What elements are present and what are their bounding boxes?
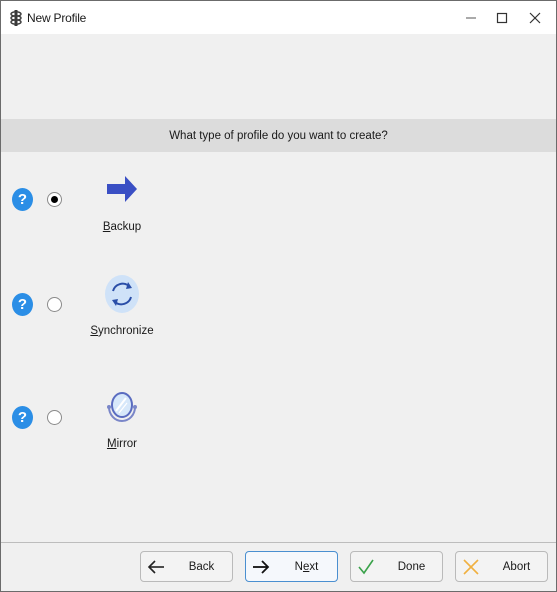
minimize-icon: [466, 17, 476, 18]
maximize-icon: [496, 12, 508, 23]
option-synchronize: ? Synchronize: [1, 271, 201, 351]
done-button[interactable]: Done: [350, 551, 443, 582]
label-backup[interactable]: Backup: [82, 221, 162, 233]
next-button[interactable]: Next: [245, 551, 338, 582]
header-area: [1, 34, 556, 119]
radio-backup[interactable]: [47, 192, 62, 207]
next-label: Next: [294, 560, 319, 573]
title-bar: New Profile: [1, 1, 556, 34]
close-icon: [529, 12, 541, 23]
help-icon: ?: [17, 296, 28, 313]
help-icon: ?: [17, 409, 28, 426]
abort-button[interactable]: Abort: [455, 551, 548, 582]
checkmark-icon: [358, 559, 374, 575]
abort-label: Abort: [502, 560, 531, 573]
new-profile-dialog: New Profile What type of profile do you …: [0, 0, 557, 592]
help-button-synchronize[interactable]: ?: [12, 293, 33, 316]
close-button[interactable]: [517, 1, 553, 34]
radio-mirror[interactable]: [47, 410, 62, 425]
label-synchronize[interactable]: Synchronize: [82, 325, 162, 337]
maximize-button[interactable]: [484, 1, 520, 34]
arrow-left-icon: [147, 560, 164, 574]
x-icon: [463, 559, 479, 575]
window-title: New Profile: [27, 11, 87, 25]
prompt-bar: What type of profile do you want to crea…: [1, 119, 556, 152]
mirror-icon[interactable]: [105, 389, 139, 425]
label-mirror[interactable]: Mirror: [82, 438, 162, 450]
done-label: Done: [397, 560, 426, 573]
help-button-mirror[interactable]: ?: [12, 406, 33, 429]
help-button-backup[interactable]: ?: [12, 188, 33, 211]
option-mirror: ? Mirror: [1, 384, 201, 464]
prompt-text: What type of profile do you want to crea…: [169, 129, 388, 142]
sync-icon[interactable]: [104, 274, 140, 314]
back-label: Back: [188, 560, 215, 573]
arrow-right-icon[interactable]: [105, 172, 139, 206]
help-icon: ?: [17, 191, 28, 208]
arrow-right-icon: [253, 560, 270, 574]
back-button[interactable]: Back: [140, 551, 233, 582]
app-icon: [10, 10, 22, 26]
radio-synchronize[interactable]: [47, 297, 62, 312]
option-backup: ? Backup: [1, 166, 201, 246]
